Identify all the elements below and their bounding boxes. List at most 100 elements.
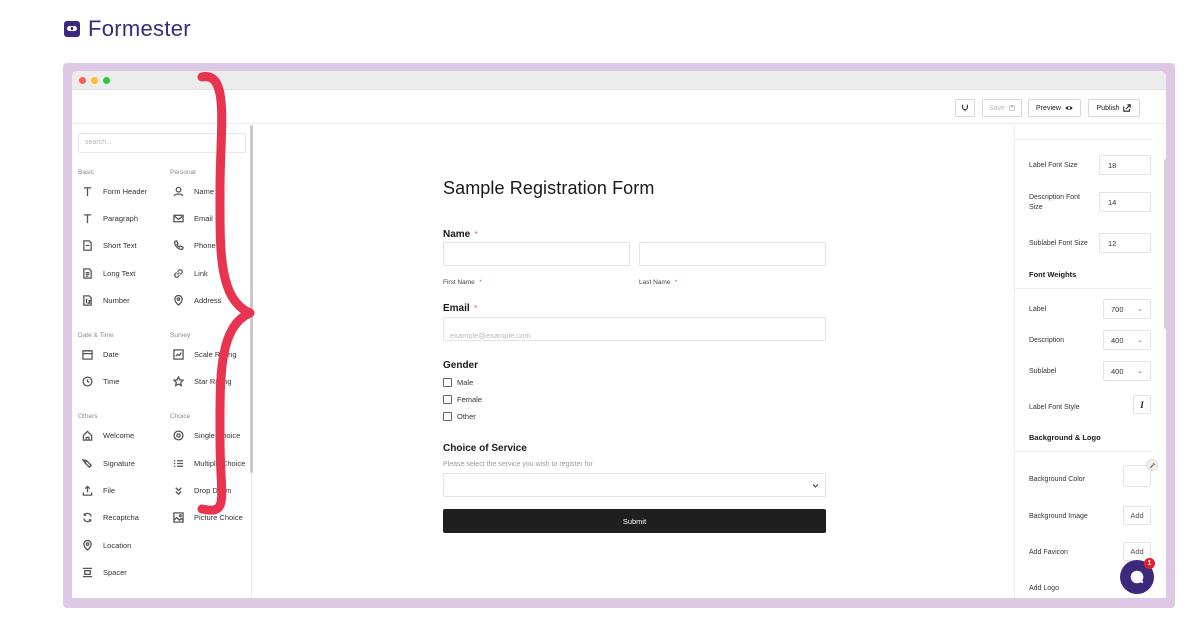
- background-logo-heading: Background & Logo: [1029, 433, 1101, 442]
- email-field[interactable]: example@example.com: [443, 317, 826, 341]
- list-icon: [172, 457, 184, 469]
- sublabel-weight-select[interactable]: 400 ⌄: [1103, 361, 1151, 381]
- panel-scrollbar[interactable]: [1164, 159, 1166, 329]
- refresh-icon: [81, 511, 93, 523]
- chevron-down-icon: ⌄: [1137, 368, 1143, 375]
- sidebar-item-time[interactable]: Time: [81, 374, 119, 388]
- radio-icon: [172, 429, 184, 441]
- sidebar-item-label: Date: [103, 349, 119, 359]
- service-dropdown[interactable]: [443, 473, 826, 497]
- publish-button[interactable]: Publish: [1088, 99, 1140, 117]
- sidebar-item-welcome[interactable]: Welcome: [81, 428, 134, 442]
- double-chevron-down-icon: [172, 484, 184, 496]
- add-favicon-label: Add Favicon: [1029, 549, 1068, 556]
- close-window-dot[interactable]: [79, 76, 86, 84]
- chevron-down-icon: ⌄: [1137, 337, 1143, 344]
- group-title-date-time: Date & Time: [78, 332, 114, 339]
- preview-button[interactable]: Preview: [1028, 99, 1081, 117]
- sidebar-item-number[interactable]: Number: [81, 293, 130, 307]
- last-name-input[interactable]: [639, 242, 826, 266]
- required-mark: *: [674, 279, 678, 286]
- group-title-survey: Survey: [170, 332, 191, 339]
- gender-option-male[interactable]: Male: [443, 378, 473, 387]
- text-t-icon: [81, 212, 93, 224]
- sidebar-item-file[interactable]: File: [81, 483, 115, 497]
- sidebar-item-form-header[interactable]: Form Header: [81, 184, 147, 198]
- curly-brace-annotation: [197, 72, 255, 515]
- maximize-window-dot[interactable]: [103, 76, 110, 84]
- branch-icon: [962, 104, 968, 112]
- style-settings-panel: Label Font Size 18 Description Font Size…: [1014, 125, 1166, 598]
- divider: [1015, 451, 1153, 452]
- option-label: Female: [457, 395, 483, 404]
- label-font-style-label: Label Font Style: [1029, 404, 1080, 411]
- sidebar-item-label: Welcome: [103, 430, 135, 440]
- option-label: Male: [457, 378, 474, 387]
- save-button-label: Save: [989, 104, 1005, 112]
- checkbox[interactable]: [443, 378, 452, 387]
- first-name-sublabel-text: First Name: [443, 279, 475, 286]
- checkbox[interactable]: [443, 412, 452, 421]
- service-description: Please select the service you wish to re…: [443, 461, 593, 468]
- brand-name: Formester: [88, 16, 191, 41]
- sidebar-item-date[interactable]: Date: [81, 347, 119, 361]
- add-background-image-button[interactable]: Add: [1123, 506, 1151, 525]
- sublabel-font-size-label: Sublabel Font Size: [1029, 240, 1088, 247]
- label-weight-select[interactable]: 700 ⌄: [1103, 299, 1151, 319]
- formester-logo-icon: [64, 21, 80, 37]
- clock-icon: [81, 375, 93, 387]
- divider: [1015, 288, 1153, 289]
- number-document-icon: [81, 294, 93, 306]
- minimize-window-dot[interactable]: [91, 76, 98, 84]
- document-icon: [81, 239, 93, 251]
- label-font-size-label: Label Font Size: [1029, 162, 1078, 169]
- sidebar-item-spacer[interactable]: Spacer: [81, 565, 127, 579]
- sidebar-item-label: Long Text: [103, 268, 136, 278]
- link-icon: [172, 267, 184, 279]
- group-title-others: Others: [78, 413, 98, 420]
- gender-option-other[interactable]: Other: [443, 412, 476, 421]
- italic-toggle-icon[interactable]: I: [1133, 395, 1151, 414]
- email-label-text: Email: [443, 303, 470, 314]
- group-title-choice: Choice: [170, 413, 191, 420]
- last-name-sublabel: Last Name *: [639, 271, 677, 289]
- submit-button[interactable]: Submit: [443, 509, 826, 533]
- sidebar-item-paragraph[interactable]: Paragraph: [81, 211, 138, 225]
- background-color-label: Background Color: [1029, 476, 1086, 483]
- sidebar-item-label: Short Text: [103, 240, 137, 250]
- sidebar-item-recaptcha[interactable]: Recaptcha: [81, 510, 139, 524]
- sublabel-weight-label: Sublabel: [1029, 368, 1057, 375]
- sidebar-item-signature[interactable]: Signature: [81, 456, 135, 470]
- eyedropper-icon[interactable]: [1146, 459, 1158, 471]
- sidebar-item-long-text[interactable]: Long Text: [81, 266, 135, 280]
- first-name-sublabel: First Name *: [443, 271, 482, 289]
- sublabel-font-size-input[interactable]: 12: [1099, 233, 1151, 253]
- save-icon: [1009, 105, 1015, 111]
- save-button[interactable]: Save: [982, 99, 1022, 117]
- label-font-size-input[interactable]: 18: [1099, 155, 1151, 175]
- required-mark: *: [474, 230, 478, 239]
- sidebar-item-location[interactable]: Location: [81, 538, 131, 552]
- signature-pen-icon: [81, 457, 93, 469]
- sidebar-item-label: Paragraph: [103, 213, 139, 223]
- label-weight-label: Label: [1029, 306, 1047, 313]
- checkbox[interactable]: [443, 395, 452, 404]
- document-lines-icon: [81, 267, 93, 279]
- select-value: 400: [1111, 367, 1124, 376]
- sidebar-item-label: Time: [103, 376, 120, 386]
- eye-icon: [1065, 106, 1073, 110]
- calendar-icon: [81, 348, 93, 360]
- sidebar-item-label: Spacer: [103, 567, 127, 577]
- gender-option-female[interactable]: Female: [443, 395, 482, 404]
- star-icon: [172, 375, 184, 387]
- last-name-sublabel-text: Last Name: [639, 279, 671, 286]
- description-weight-select[interactable]: 400 ⌄: [1103, 330, 1151, 350]
- sidebar-item-short-text[interactable]: Short Text: [81, 238, 137, 252]
- required-mark: *: [479, 279, 482, 286]
- branch-logic-button[interactable]: [955, 99, 975, 117]
- description-font-size-input[interactable]: 14: [1099, 192, 1151, 212]
- required-mark: *: [474, 304, 478, 313]
- sidebar-item-label: Location: [103, 540, 132, 550]
- divider: [1015, 139, 1153, 140]
- first-name-input[interactable]: [443, 242, 630, 266]
